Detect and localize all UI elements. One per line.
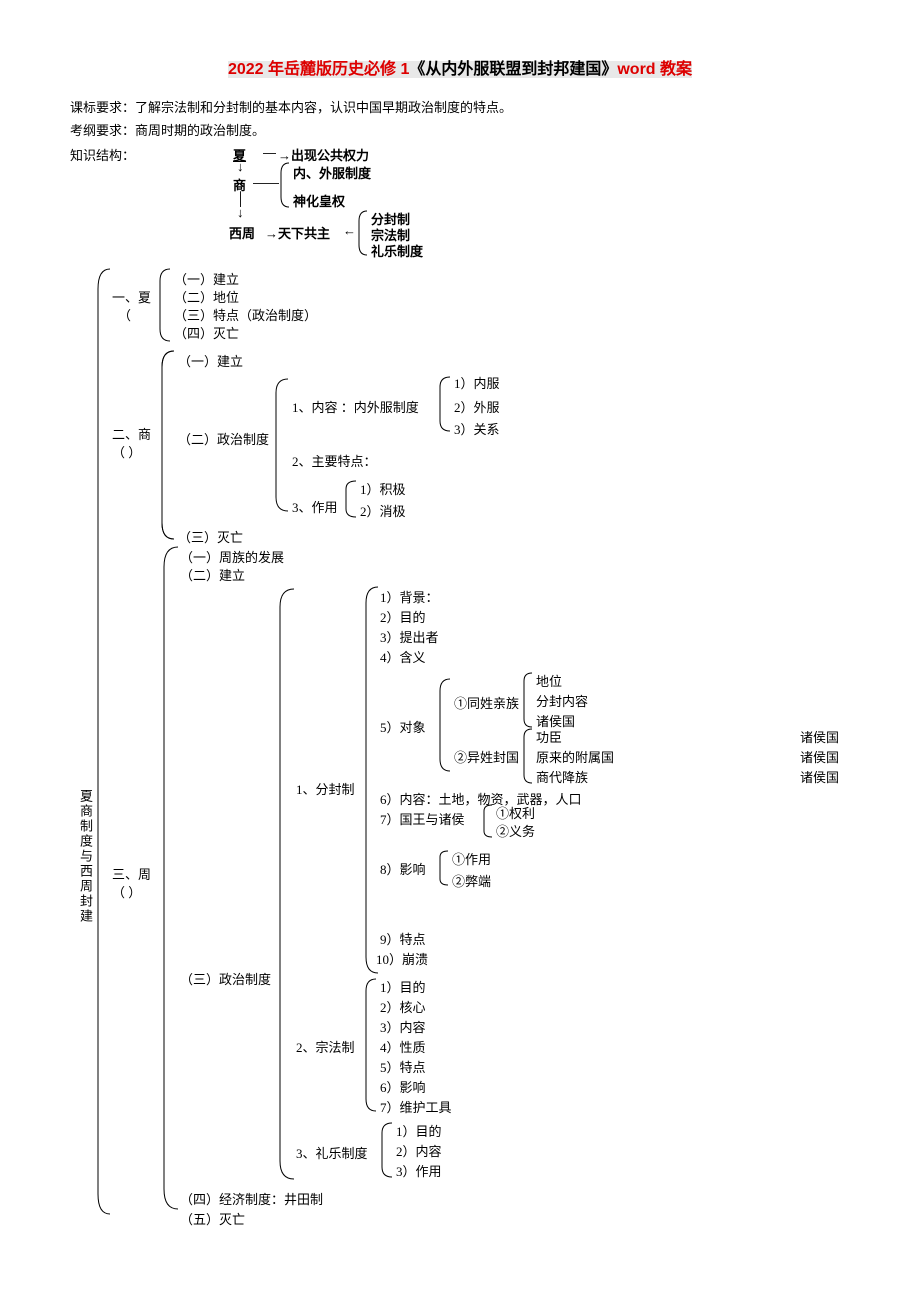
title-red-2: word 教案: [617, 61, 692, 78]
ff-5-1b: 分封内容: [536, 691, 588, 710]
flow-inner-outer: 内、外服制度: [293, 163, 371, 182]
shang-3: （三）灭亡: [178, 527, 243, 546]
zhou-3: （三）政治制度: [180, 969, 271, 988]
flow-tianxia: →天下共主: [265, 223, 330, 242]
fengfeng-head: 1、分封制: [296, 779, 355, 798]
ff-3: 3）提出者: [380, 627, 439, 646]
ff-1: 1）背景：: [380, 587, 439, 606]
ly-2: 2）内容: [396, 1141, 442, 1160]
document-title: 2022 年岳麓版历史必修 1《从内外服联盟到封邦建国》word 教案: [70, 55, 850, 79]
sec-shang-head: 二、商: [112, 424, 151, 443]
ff-5-1: ①同姓亲族: [454, 693, 519, 712]
zf-2: 2）核心: [380, 997, 426, 1016]
zhou-2: （二）建立: [180, 565, 245, 584]
xia-3: （三）特点（政治制度）: [174, 305, 317, 324]
ff-5-2a: 功臣: [536, 727, 562, 746]
shang-c2: 2、主要特点：: [292, 451, 377, 470]
sec-shang-paren: （ ）: [112, 442, 141, 461]
arrow-down-2: │: [237, 191, 245, 206]
arrow-down-3: ↓: [237, 205, 244, 220]
ff-10: 10）崩溃: [376, 949, 428, 968]
xia-2: （二）地位: [174, 287, 239, 306]
xia-4: （四）灭亡: [174, 323, 239, 342]
flow-public-power: →出现公共权力: [278, 145, 369, 164]
ff-6: 6）内容：土地，物资，武器，人口: [380, 789, 582, 808]
arrow-left-1: ←: [343, 223, 356, 238]
vertical-label: 夏商制度与西周封建: [76, 789, 95, 924]
ff-5-r2: 诸侯国: [800, 747, 839, 766]
ff-5: 5）对象: [380, 717, 426, 736]
zf-5: 5）特点: [380, 1057, 426, 1076]
shang-c3b: 2）消极: [360, 501, 406, 520]
structure-label: 知识结构：: [70, 145, 135, 164]
sec-xia-head: 一、夏: [112, 287, 151, 306]
requirement-1: 课标要求：了解宗法制和分封制的基本内容，认识中国早期政治制度的特点。: [70, 97, 850, 116]
zhou-4: （四）经济制度：井田制: [180, 1189, 323, 1208]
zf-1: 1）目的: [380, 977, 426, 996]
ly-1: 1）目的: [396, 1121, 442, 1140]
zf-4: 4）性质: [380, 1037, 426, 1056]
shang-c1a: 1）内服: [454, 373, 500, 392]
shang-2: （二）政治制度: [178, 429, 269, 448]
zf-3: 3）内容: [380, 1017, 426, 1036]
ff-8: 8）影响: [380, 859, 426, 878]
shang-c3: 3、作用: [292, 497, 338, 516]
ff-8b: ②弊端: [452, 871, 491, 890]
ff-8a: ①作用: [452, 849, 491, 868]
sec-xia-paren: （: [118, 305, 131, 324]
arrow-right-2: ——: [253, 175, 279, 190]
outline-tree: 夏商制度与西周封建 一、夏 （ （一）建立 （二）地位 （三）特点（政治制度） …: [80, 269, 850, 1229]
ff-7b: ②义务: [496, 821, 535, 840]
flow-chart: 夏 — →出现公共权力 ↓ 商 —— 内、外服制度 神化皇权 │ ↓ 西周 →天…: [143, 145, 743, 265]
requirement-2: 考纲要求：商周时期的政治制度。: [70, 120, 850, 139]
zongfa-head: 2、宗法制: [296, 1037, 355, 1056]
ly-3: 3）作用: [396, 1161, 442, 1180]
flow-xizhou: 西周: [229, 223, 255, 242]
flow-liyue: 礼乐制度: [371, 241, 423, 260]
ff-5-2c: 商代降族: [536, 767, 588, 786]
ff-4: 4）含义: [380, 647, 426, 666]
zhou-5: （五）灭亡: [180, 1209, 245, 1228]
sec-zhou-head: 三、周: [112, 864, 151, 883]
title-main: 《从内外服联盟到封邦建国》: [409, 61, 617, 78]
ff-7: 7）国王与诸侯: [380, 809, 465, 828]
sec-zhou-paren: （ ）: [112, 882, 141, 901]
title-red-1: 2022 年岳麓版历史必修 1: [228, 61, 409, 78]
liyue-head: 3、礼乐制度: [296, 1143, 368, 1162]
ff-7a: ①权利: [496, 803, 535, 822]
shang-c1: 1、内容 ：内外服制度: [292, 397, 419, 416]
zf-6: 6）影响: [380, 1077, 426, 1096]
ff-5-2: ②异姓封国: [454, 747, 519, 766]
shang-c1c: 3）关系: [454, 419, 500, 438]
shang-c1b: 2）外服: [454, 397, 500, 416]
ff-5-2b: 原来的附属国: [536, 747, 614, 766]
zf-7: 7）维护工具: [380, 1097, 452, 1116]
arrow-down-1: ↓: [237, 159, 244, 174]
ff-5-r1: 诸侯国: [800, 727, 839, 746]
ff-2: 2）目的: [380, 607, 426, 626]
xia-1: （一）建立: [174, 269, 239, 288]
shang-c3a: 1）积极: [360, 479, 406, 498]
arrow-right-1: —: [263, 145, 276, 160]
ff-5-1a: 地位: [536, 671, 562, 690]
ff-5-r3: 诸侯国: [800, 767, 839, 786]
flow-shenhua: 神化皇权: [293, 191, 345, 210]
ff-9: 9）特点: [380, 929, 426, 948]
shang-1: （一）建立: [178, 351, 243, 370]
zhou-1: （一）周族的发展: [180, 547, 284, 566]
